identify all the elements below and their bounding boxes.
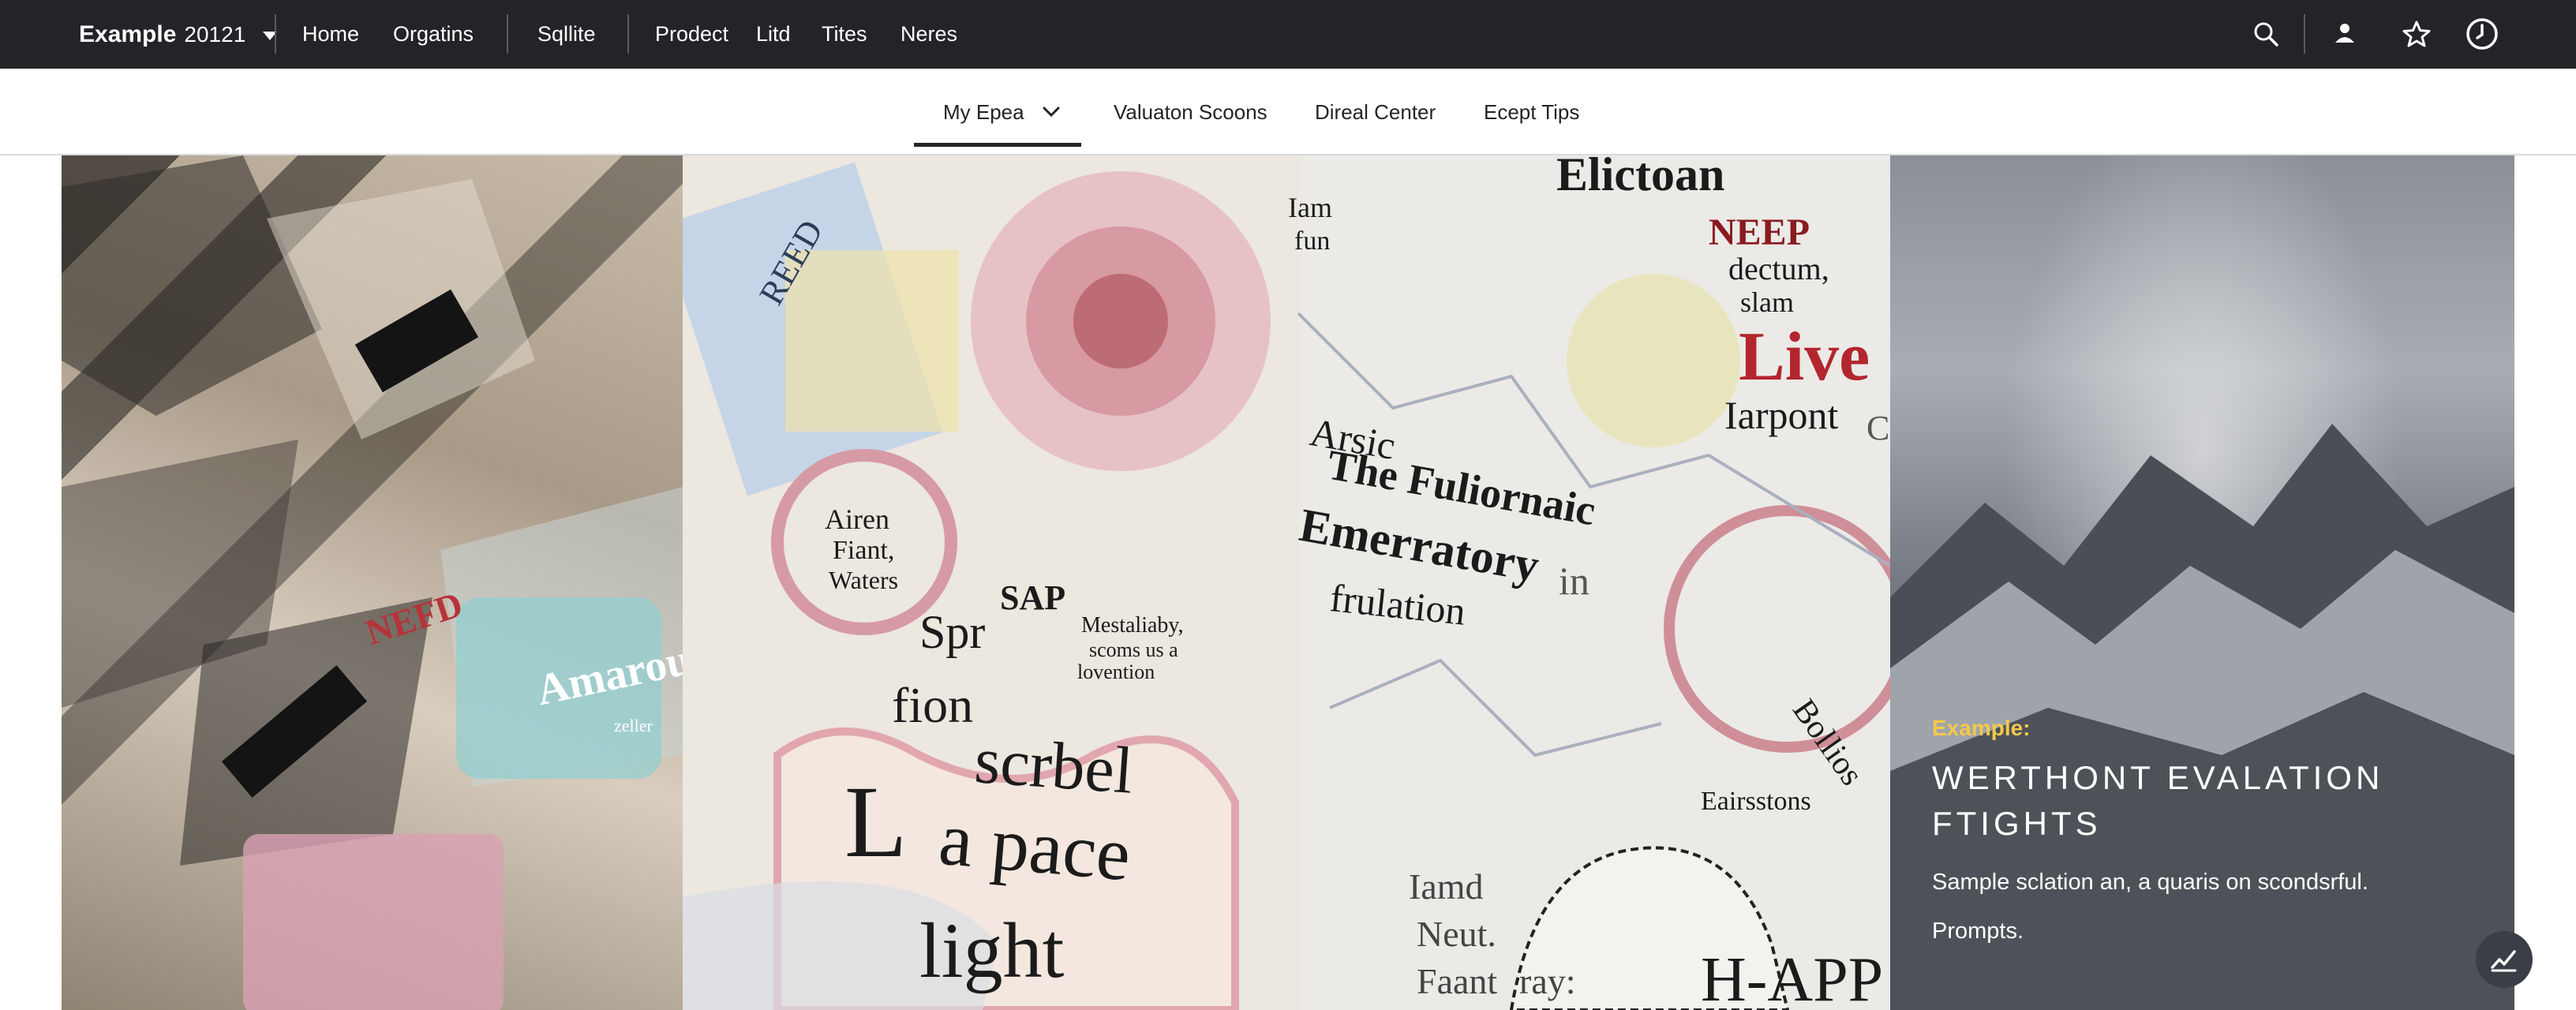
nav-sqllite[interactable]: Sqllite <box>537 0 596 69</box>
collage-word: in <box>1559 559 1589 603</box>
hero-banner[interactable]: NEFD Amaround zeller Elictoan NEEP dectu… <box>62 155 2514 1010</box>
user-icon[interactable] <box>2325 14 2364 54</box>
trend-chart-icon <box>2491 950 2517 972</box>
collage-word: slam <box>1740 286 1794 318</box>
top-bar: Example 20121 Home Orgatins Sqllite Prod… <box>0 0 2576 69</box>
nav-orgatins[interactable]: Orgatins <box>393 0 474 69</box>
collage-word: fun <box>1294 226 1331 256</box>
hero-prompts[interactable]: Prompts. <box>1932 918 2024 945</box>
hero-kicker: Example: <box>1932 716 2031 740</box>
divider <box>507 14 508 54</box>
star-icon[interactable] <box>2397 14 2436 54</box>
collage-word: ray: <box>1519 961 1576 1001</box>
brand-sub: 20121 <box>184 21 246 47</box>
subnav-ecept-tips[interactable]: Ecept Tips <box>1484 69 1579 155</box>
divider <box>275 14 276 54</box>
sub-navigation: My Epea Valuaton Scoons Direal Center Ec… <box>0 69 2576 155</box>
collage-word: Live <box>1739 319 1870 395</box>
collage-word: Neut. <box>1417 914 1496 954</box>
collage-word: Airen <box>825 503 889 535</box>
nav-tites[interactable]: Tites <box>822 0 867 69</box>
collage-word: Waters <box>829 566 899 594</box>
account-switcher[interactable]: Example 20121 <box>79 0 278 69</box>
collage-word: lovention <box>1077 660 1155 683</box>
chevron-down-icon <box>1043 107 1060 118</box>
clock-icon[interactable] <box>2462 14 2502 54</box>
nav-home[interactable]: Home <box>302 0 359 69</box>
collage-word: Iam <box>1288 192 1332 223</box>
collage-word: scrbel <box>972 724 1136 808</box>
collage-word: Iamd <box>1409 866 1484 907</box>
subnav-label: My Epea <box>943 99 1024 124</box>
collage-word: Fiant, <box>833 536 895 565</box>
collage-word: dectum, <box>1728 251 1829 286</box>
nav-neres[interactable]: Neres <box>900 0 957 69</box>
collage-word: Eairsstons <box>1701 787 1811 816</box>
collage-word: a pace <box>935 795 1134 897</box>
search-icon[interactable] <box>2246 14 2286 54</box>
subnav-valuaton-scoons[interactable]: Valuaton Scoons <box>1114 69 1267 155</box>
collage-word: Clan <box>1866 409 1890 447</box>
collage-word: Iarpont <box>1724 393 1839 437</box>
collage-word: Mestaliaby, <box>1081 613 1184 638</box>
collage-word: Spr <box>919 606 986 658</box>
hero-description: Sample sclation an, a quaris on scondsrf… <box>1932 870 2368 895</box>
brand-name: Example <box>79 21 177 47</box>
subnav-direal-center[interactable]: Direal Center <box>1315 69 1436 155</box>
active-tab-indicator <box>914 143 1081 147</box>
collage-word: H-APP <box>1701 945 1884 1010</box>
collage-word: fion <box>892 677 974 733</box>
divider <box>2304 14 2305 54</box>
hero-title: Werthont Evalation Ftights <box>1932 759 2384 842</box>
collage-word: NEEP <box>1709 211 1810 253</box>
nav-prodect[interactable]: Prodect <box>655 0 728 69</box>
trend-chart-button[interactable] <box>2476 931 2533 988</box>
collage-word: light <box>919 907 1065 994</box>
collage-word: SAP <box>1000 578 1066 617</box>
paper-label: zeller <box>614 716 653 735</box>
collage-word: Elictoan <box>1556 155 1725 200</box>
nav-litd[interactable]: Litd <box>756 0 791 69</box>
collage-word: L <box>844 765 908 879</box>
collage-word: scoms us a <box>1089 638 1178 661</box>
divider <box>627 14 629 54</box>
crumpled-paper-image: NEFD Amaround zeller <box>62 155 683 1010</box>
text-collage-image: Elictoan NEEP dectum, slam Live Iarpont … <box>683 155 1890 1010</box>
collage-word: Faant <box>1417 961 1498 1001</box>
